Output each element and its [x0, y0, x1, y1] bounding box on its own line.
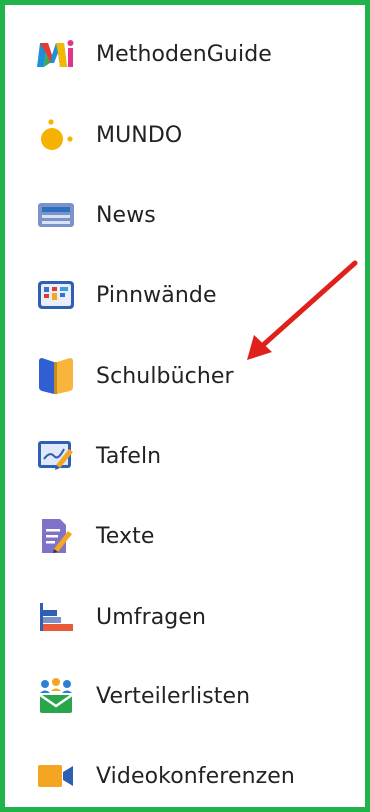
menu-item-label: News — [96, 202, 156, 228]
menu-item-verteilerlisten[interactable]: Verteilerlisten — [36, 671, 336, 721]
menu-item-videokonferenzen[interactable]: Videokonferenzen — [36, 751, 336, 801]
methodenguide-logo-icon — [36, 34, 76, 74]
menu-item-label: Texte — [96, 523, 155, 549]
menu-item-label: Videokonferenzen — [96, 763, 295, 789]
menu-item-label: Verteilerlisten — [96, 683, 251, 709]
app-menu: MethodenGuide MUNDO News Pinnwände Schul… — [0, 0, 370, 812]
survey-chart-icon — [36, 597, 76, 637]
pinboard-icon — [36, 275, 76, 315]
news-icon — [36, 195, 76, 235]
menu-item-methodenguide[interactable]: MethodenGuide — [36, 29, 336, 79]
menu-item-news[interactable]: News — [36, 190, 336, 240]
schoolbook-icon — [36, 356, 76, 396]
whiteboard-icon — [36, 436, 76, 476]
menu-item-label: Schulbücher — [96, 363, 234, 389]
menu-item-tafeln[interactable]: Tafeln — [36, 431, 336, 481]
menu-item-label: MUNDO — [96, 122, 183, 148]
menu-item-pinnwaende[interactable]: Pinnwände — [36, 270, 336, 320]
menu-item-schulbuecher[interactable]: Schulbücher — [36, 351, 336, 401]
menu-item-texte[interactable]: Texte — [36, 511, 336, 561]
menu-item-umfragen[interactable]: Umfragen — [36, 592, 336, 642]
menu-item-label: Umfragen — [96, 604, 207, 630]
mundo-logo-icon — [36, 115, 76, 155]
menu-item-mundo[interactable]: MUNDO — [36, 110, 336, 160]
menu-item-label: Tafeln — [96, 443, 162, 469]
menu-item-label: Pinnwände — [96, 282, 217, 308]
menu-item-label: MethodenGuide — [96, 41, 272, 67]
text-document-icon — [36, 516, 76, 556]
distribution-list-icon — [36, 676, 76, 716]
video-camera-icon — [36, 756, 76, 796]
